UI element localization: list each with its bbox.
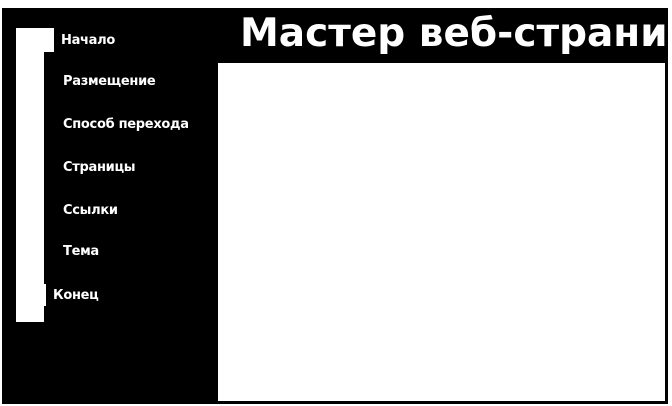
step-connector: [16, 32, 44, 322]
step-pages[interactable]: Страницы: [44, 160, 136, 175]
step-end-marker: [16, 284, 46, 306]
step-end[interactable]: Конец: [16, 284, 99, 306]
wizard-window: Мастер веб-страниц Начало Размещение Спо…: [2, 8, 672, 404]
step-label: Способ перехода: [63, 117, 189, 132]
step-links[interactable]: Ссылки: [44, 203, 118, 218]
step-start-marker: [16, 28, 54, 52]
step-label: Размещение: [63, 74, 156, 89]
step-marker: [44, 245, 56, 258]
step-theme[interactable]: Тема: [44, 244, 99, 259]
content-pane: [218, 63, 665, 401]
step-label: Начало: [61, 32, 116, 48]
step-start[interactable]: Начало: [16, 28, 115, 52]
step-navigation-method[interactable]: Способ перехода: [44, 117, 189, 132]
step-marker: [44, 204, 56, 217]
step-marker: [44, 75, 56, 88]
step-marker: [44, 118, 56, 131]
step-label: Страницы: [63, 160, 136, 175]
wizard-title: Мастер веб-страниц: [240, 11, 672, 56]
step-placement[interactable]: Размещение: [44, 74, 156, 89]
step-marker: [44, 161, 56, 174]
step-label: Конец: [53, 287, 99, 303]
step-label: Ссылки: [63, 203, 118, 218]
step-label: Тема: [63, 244, 99, 259]
